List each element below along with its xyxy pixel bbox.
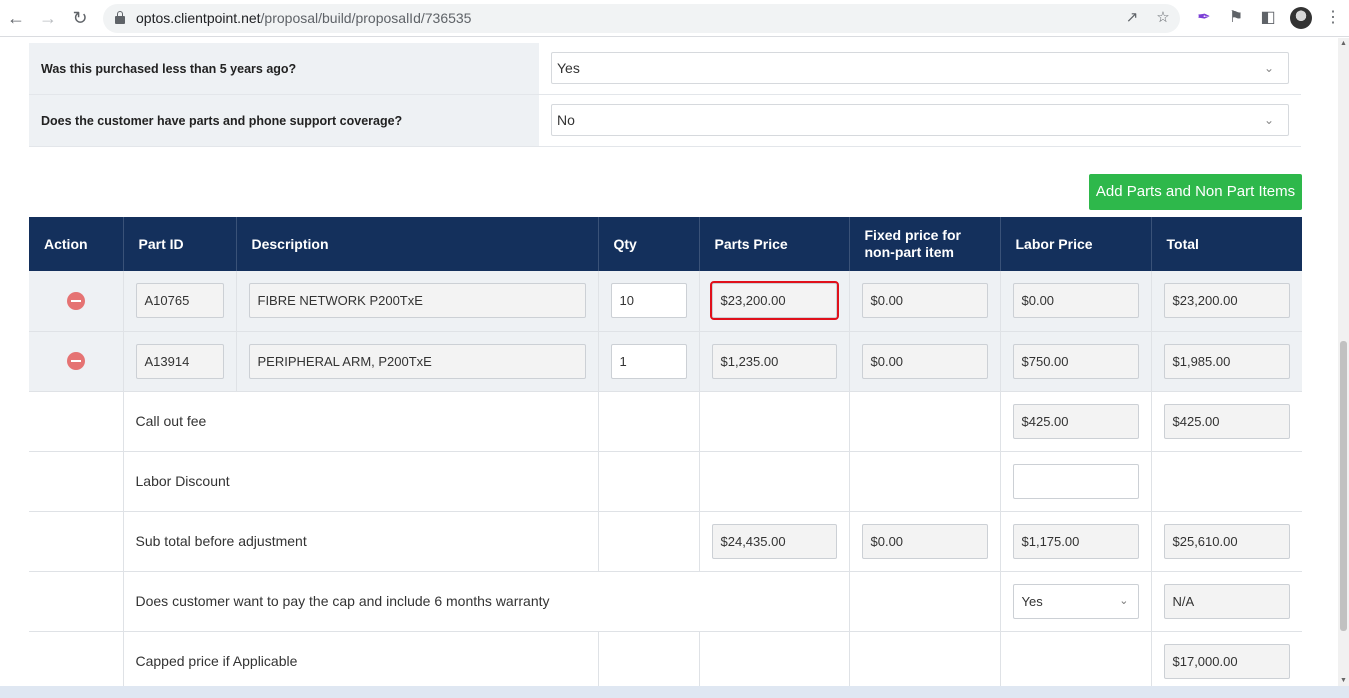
feather-extension-icon[interactable]: ✒ [1194, 8, 1214, 28]
side-panel-icon[interactable]: ◧ [1258, 8, 1278, 28]
labor-discount-row: Labor Discount [29, 451, 1302, 512]
coverage-select[interactable]: No ⌄ [551, 104, 1289, 136]
total-field: $1,985.00 [1163, 343, 1290, 379]
subtotal-parts: $24,435.00 [711, 523, 837, 559]
question-row-coverage: Does the customer have parts and phone s… [29, 95, 1301, 147]
labor-discount-label: Labor Discount [123, 451, 599, 512]
cap-warranty-select[interactable]: Yes ⌄ [1012, 583, 1139, 619]
address-bar[interactable]: optos.clientpoint.net/proposal/build/pro… [103, 4, 1180, 33]
header-description: Description [236, 217, 599, 271]
header-fixed-price: Fixed price for non-part item [849, 217, 1001, 271]
subtotal-label: Sub total before adjustment [123, 511, 599, 572]
cap-warranty-row: Does customer want to pay the cap and in… [29, 571, 1302, 632]
cap-warranty-label: Does customer want to pay the cap and in… [123, 571, 850, 632]
capped-price-label: Capped price if Applicable [123, 631, 599, 686]
header-part-id: Part ID [123, 217, 237, 271]
subtotal-total: $25,610.00 [1163, 523, 1290, 559]
header-parts-price: Parts Price [699, 217, 850, 271]
subtotal-row: Sub total before adjustment $24,435.00 $… [29, 511, 1302, 572]
url-text: optos.clientpoint.net/proposal/build/pro… [136, 10, 472, 26]
proposal-page: Was this purchased less than 5 years ago… [0, 38, 1338, 686]
parts-table: Action Part ID Description Qty Parts Pri… [29, 217, 1302, 686]
subtotal-fixed: $0.00 [861, 523, 988, 559]
call-out-fee-labor: $425.00 [1012, 403, 1139, 439]
menu-kebab-icon[interactable]: ⋮ [1323, 8, 1343, 28]
chevron-down-icon: ⌄ [1263, 113, 1274, 127]
call-out-fee-total: $425.00 [1163, 403, 1290, 439]
remove-item-icon[interactable] [66, 291, 85, 310]
qty-input[interactable]: 1 [610, 343, 687, 379]
question-label: Does the customer have parts and phone s… [29, 95, 539, 146]
call-out-fee-row: Call out fee $425.00 $425.00 [29, 391, 1302, 452]
page-scrollbar[interactable]: ▲ ▼ [1338, 38, 1349, 686]
table-header-row: Action Part ID Description Qty Parts Pri… [29, 217, 1302, 271]
back-icon[interactable]: ← [6, 8, 26, 28]
description-field: PERIPHERAL ARM, P200TxE [248, 343, 586, 379]
scroll-thumb[interactable] [1340, 341, 1347, 631]
extensions-puzzle-icon[interactable]: ⚑ [1226, 8, 1246, 28]
table-row: A10765 FIBRE NETWORK P200TxE 10 $23,200.… [29, 271, 1302, 332]
labor-price-field: $750.00 [1012, 343, 1139, 379]
qty-input[interactable]: 10 [610, 283, 687, 319]
lock-icon [115, 11, 125, 24]
total-field: $23,200.00 [1163, 283, 1290, 319]
question-label: Was this purchased less than 5 years ago… [29, 43, 539, 94]
header-labor-price: Labor Price [1000, 217, 1152, 271]
scroll-up-arrow-icon[interactable]: ▲ [1340, 40, 1347, 47]
chevron-down-icon: ⌄ [1119, 594, 1129, 607]
header-action: Action [29, 217, 124, 271]
reload-icon[interactable]: ↻ [70, 8, 90, 28]
parts-price-field[interactable]: $23,200.00 [709, 281, 839, 321]
share-icon[interactable]: ↗ [1123, 9, 1141, 27]
header-total: Total [1151, 217, 1302, 271]
fixed-price-field: $0.00 [861, 343, 988, 379]
parts-price-field: $1,235.00 [711, 343, 837, 379]
call-out-fee-label: Call out fee [123, 391, 599, 452]
chevron-down-icon: ⌄ [1263, 61, 1274, 75]
browser-toolbar: ← → ↻ optos.clientpoint.net/proposal/bui… [0, 0, 1349, 37]
purchased-select[interactable]: Yes ⌄ [551, 52, 1289, 84]
remove-item-icon[interactable] [66, 352, 85, 370]
part-id-field: A13914 [135, 343, 224, 379]
scroll-down-arrow-icon[interactable]: ▼ [1340, 677, 1347, 684]
labor-price-field: $0.00 [1012, 283, 1139, 319]
capped-price-total: $17,000.00 [1163, 643, 1290, 679]
labor-discount-input[interactable] [1012, 463, 1139, 499]
profile-avatar[interactable] [1290, 7, 1312, 29]
subtotal-labor: $1,175.00 [1012, 523, 1139, 559]
forward-icon[interactable]: → [38, 8, 58, 28]
capped-price-row: Capped price if Applicable $17,000.00 [29, 631, 1302, 686]
fixed-price-field: $0.00 [861, 283, 988, 319]
table-row: A13914 PERIPHERAL ARM, P200TxE 1 $1,235.… [29, 331, 1302, 392]
bottom-bar [0, 686, 1349, 698]
description-field: FIBRE NETWORK P200TxE [248, 283, 586, 319]
add-parts-button[interactable]: Add Parts and Non Part Items [1089, 174, 1302, 210]
bookmark-star-icon[interactable]: ☆ [1154, 9, 1172, 27]
part-id-field: A10765 [135, 283, 224, 319]
question-row-purchased: Was this purchased less than 5 years ago… [29, 43, 1301, 95]
header-qty: Qty [598, 217, 700, 271]
cap-warranty-total: N/A [1163, 583, 1290, 619]
